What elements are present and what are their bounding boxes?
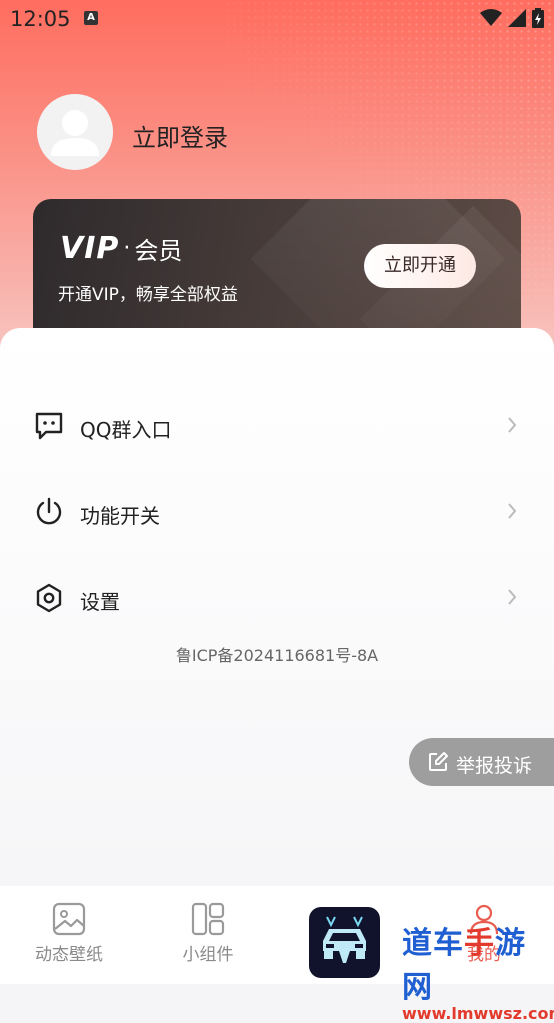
watermark-title: 道车手游网	[402, 918, 552, 1006]
avatar[interactable]	[37, 94, 113, 170]
menu-item-label: 功能开关	[80, 504, 160, 528]
tab-label: 小组件	[182, 945, 234, 965]
watermark-text: 手	[464, 926, 495, 961]
vip-open-button[interactable]: 立即开通	[364, 244, 476, 288]
tab-live-wallpaper[interactable]: 动态壁纸	[19, 902, 119, 965]
vip-member-label: 会员	[134, 237, 183, 265]
chevron-right-icon	[508, 417, 517, 433]
image-icon	[52, 902, 86, 936]
battery-icon	[532, 8, 544, 28]
login-link[interactable]: 立即登录	[132, 118, 228, 153]
status-bar: 12:05 A	[0, 0, 554, 36]
power-icon	[36, 497, 62, 525]
tab-widgets[interactable]: 小组件	[158, 902, 258, 965]
vip-title: VIP · 会员	[60, 231, 182, 266]
chevron-right-icon	[508, 589, 517, 605]
vip-card[interactable]: VIP · 会员 开通VIP，畅享全部权益 立即开通	[33, 199, 521, 349]
status-notification-icon: A	[84, 11, 98, 25]
watermark-text: 道车	[402, 926, 464, 961]
signal-icon	[508, 9, 526, 27]
site-watermark: 道车手游网 www.lmwwsz.com	[402, 918, 554, 1023]
app-logo-icon	[309, 907, 380, 978]
car-logo-icon	[323, 916, 366, 963]
chat-bubble-icon	[35, 412, 63, 440]
menu-item-feature-switch[interactable]: 功能开关	[0, 480, 554, 540]
watermark-url: www.lmwwsz.com	[402, 1004, 554, 1023]
menu-item-label: QQ群入口	[80, 418, 172, 442]
menu-item-qq-group[interactable]: QQ群入口	[0, 394, 554, 454]
edit-icon	[429, 752, 448, 771]
report-button[interactable]: 举报投诉	[409, 738, 554, 786]
default-avatar-icon	[51, 110, 99, 156]
chevron-right-icon	[508, 503, 517, 519]
menu-item-label: 设置	[80, 590, 120, 614]
menu-item-settings[interactable]: 设置	[0, 566, 554, 626]
widget-icon	[191, 902, 225, 936]
hexagon-settings-icon	[36, 583, 62, 613]
icp-license-text[interactable]: 鲁ICP备2024116681号-8A	[0, 642, 554, 666]
status-time: 12:05	[10, 7, 71, 31]
wifi-icon	[480, 9, 502, 26]
menu-panel: QQ群入口 功能开关 设置	[0, 328, 554, 888]
status-icons	[480, 8, 544, 28]
tab-label: 动态壁纸	[35, 945, 103, 965]
vip-subtitle: 开通VIP，畅享全部权益	[58, 285, 238, 305]
vip-logo: VIP	[60, 231, 120, 266]
vip-dot: ·	[123, 236, 131, 261]
report-label: 举报投诉	[456, 755, 533, 777]
